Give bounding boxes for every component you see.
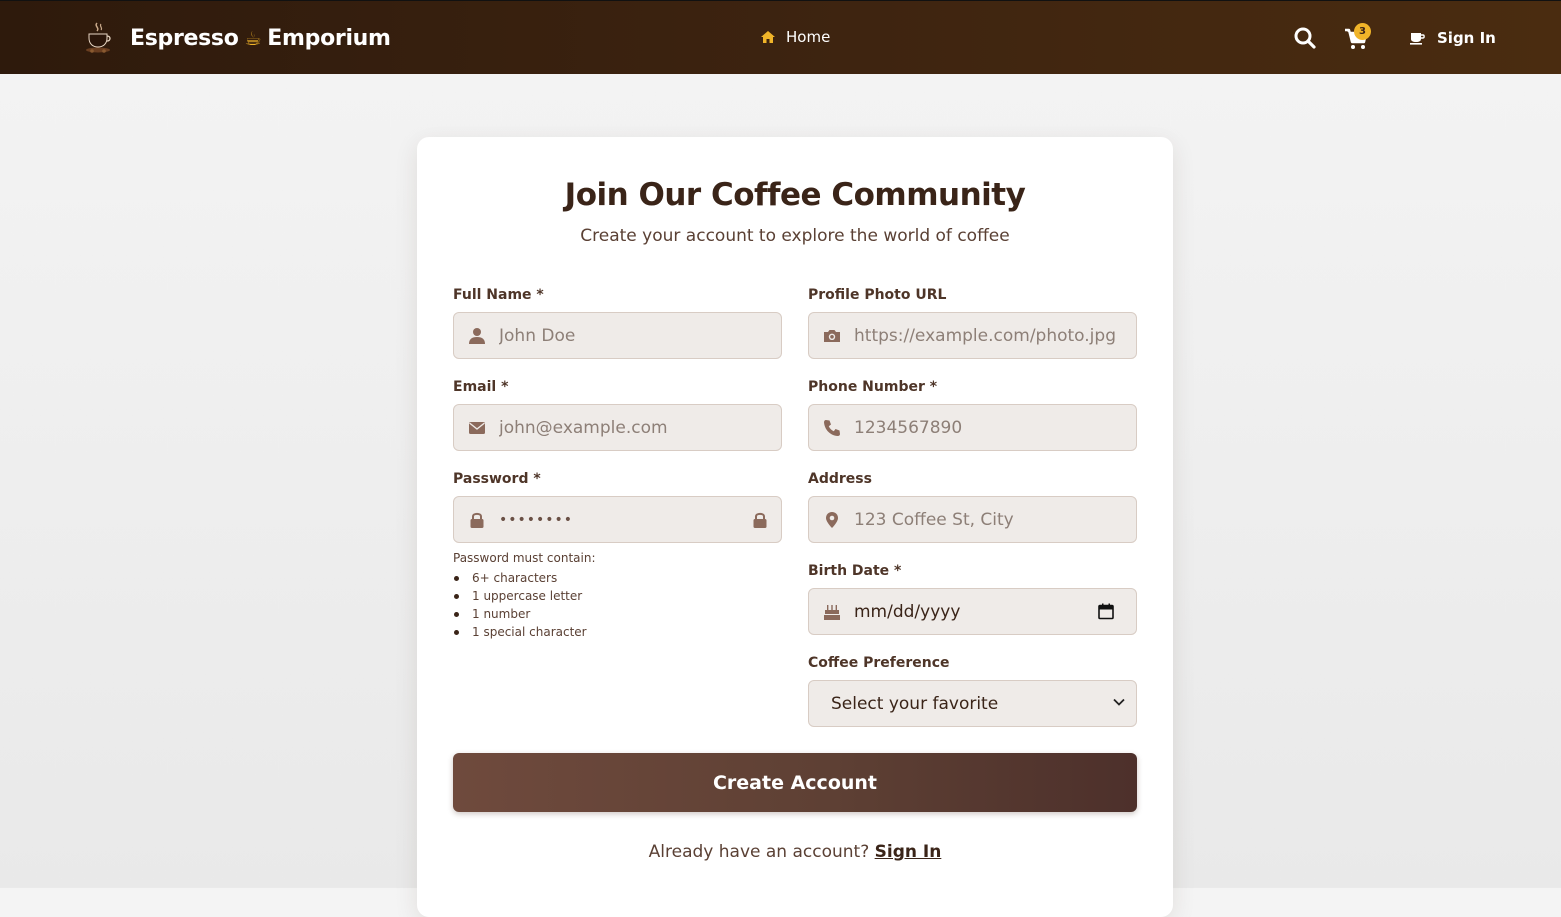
address-label: Address bbox=[808, 471, 872, 487]
password-requirements: Password must contain: 6+ characters 1 u… bbox=[453, 551, 596, 641]
phone-input[interactable] bbox=[854, 405, 1136, 450]
coffee-preference-select[interactable]: Select your favorite bbox=[808, 680, 1137, 727]
signin-prompt: Already have an account? Sign In bbox=[417, 842, 1173, 862]
nav-home-link[interactable]: Home bbox=[760, 28, 830, 46]
password-rule: 1 uppercase letter bbox=[453, 587, 596, 605]
password-rule: 1 special character bbox=[453, 623, 596, 641]
registration-card: Join Our Coffee Community Create your ac… bbox=[417, 137, 1173, 917]
password-input[interactable]: •••••••• bbox=[499, 512, 752, 528]
phone-label: Phone Number * bbox=[808, 379, 938, 395]
coffee-logo-icon bbox=[86, 22, 111, 53]
email-field[interactable] bbox=[453, 404, 782, 451]
password-rule: 1 number bbox=[453, 605, 596, 623]
brand-name-left: Espresso bbox=[130, 25, 239, 51]
chevron-down-icon bbox=[1113, 698, 1125, 706]
signin-prompt-text: Already have an account? bbox=[648, 842, 870, 862]
photo-url-field[interactable] bbox=[808, 312, 1137, 359]
photo-url-input[interactable] bbox=[854, 313, 1136, 358]
camera-icon bbox=[824, 329, 840, 342]
coffee-cup-icon bbox=[1410, 32, 1425, 45]
brand-cup-icon: ☕ bbox=[244, 27, 262, 50]
password-rule: 6+ characters bbox=[453, 569, 596, 587]
brand-name: Espresso ☕ Emporium bbox=[130, 26, 391, 51]
brand-name-right: Emporium bbox=[267, 25, 391, 51]
coffee-preference-selected: Select your favorite bbox=[831, 693, 999, 714]
password-field[interactable]: •••••••• bbox=[453, 496, 782, 543]
email-label: Email * bbox=[453, 379, 509, 395]
password-label: Password * bbox=[453, 471, 541, 487]
lock-icon[interactable] bbox=[752, 511, 768, 529]
user-icon bbox=[469, 327, 485, 344]
brand[interactable]: Espresso ☕ Emporium bbox=[83, 20, 391, 56]
full-name-field[interactable] bbox=[453, 312, 782, 359]
home-icon bbox=[761, 31, 775, 43]
photo-url-label: Profile Photo URL bbox=[808, 287, 947, 303]
page-subtitle: Create your account to explore the world… bbox=[580, 226, 1010, 246]
email-input[interactable] bbox=[499, 405, 781, 450]
birth-date-input[interactable]: mm/dd/yyyy bbox=[854, 602, 1098, 622]
full-name-label: Full Name * bbox=[453, 287, 544, 303]
signin-link[interactable]: Sign In bbox=[875, 842, 942, 862]
password-rules-list: 6+ characters 1 uppercase letter 1 numbe… bbox=[453, 569, 596, 641]
search-icon[interactable] bbox=[1294, 27, 1316, 49]
address-input[interactable] bbox=[854, 497, 1136, 542]
nav-signin-link[interactable]: Sign In bbox=[1410, 29, 1496, 47]
address-field[interactable] bbox=[808, 496, 1137, 543]
birthday-cake-icon bbox=[824, 604, 840, 620]
calendar-icon[interactable] bbox=[1098, 603, 1114, 620]
birth-date-label: Birth Date * bbox=[808, 563, 902, 579]
nav-home-label: Home bbox=[786, 28, 831, 46]
phone-icon bbox=[824, 419, 840, 436]
page-title: Join Our Coffee Community bbox=[564, 177, 1026, 213]
navbar: Espresso ☕ Emporium Home 3 Sign In bbox=[0, 0, 1561, 74]
lock-icon bbox=[470, 512, 484, 528]
full-name-input[interactable] bbox=[499, 313, 781, 358]
map-marker-icon bbox=[826, 511, 838, 528]
envelope-icon bbox=[469, 421, 485, 434]
create-account-button[interactable]: Create Account bbox=[453, 753, 1137, 812]
cart-count-badge: 3 bbox=[1354, 23, 1371, 40]
birth-date-field[interactable]: mm/dd/yyyy bbox=[808, 588, 1137, 635]
coffee-preference-label: Coffee Preference bbox=[808, 655, 950, 671]
nav-signin-label: Sign In bbox=[1437, 29, 1496, 47]
password-requirements-intro: Password must contain: bbox=[453, 551, 596, 565]
phone-field[interactable] bbox=[808, 404, 1137, 451]
